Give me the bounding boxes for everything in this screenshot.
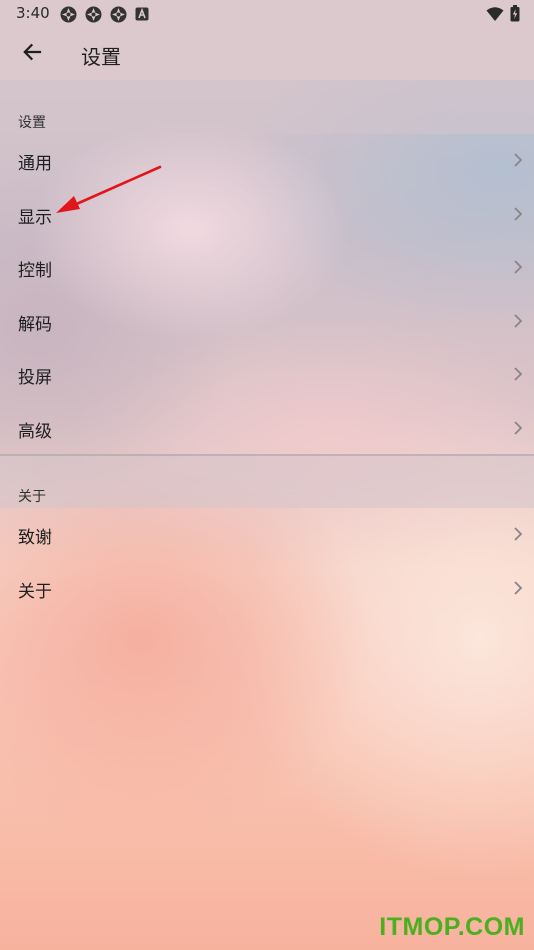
- list-item-cast[interactable]: 投屏: [0, 348, 534, 402]
- section-header-about: 关于: [0, 456, 534, 508]
- chevron-right-icon: [512, 526, 524, 542]
- back-button[interactable]: [14, 36, 50, 72]
- arrow-left-icon: [22, 42, 42, 66]
- app-notification-icon: [60, 6, 77, 23]
- annotation-arrow-icon: [56, 165, 162, 213]
- list-item-acknowledgements[interactable]: 致谢: [0, 508, 534, 562]
- section-header-label: 设置: [18, 115, 46, 131]
- list-item-label: 关于: [18, 581, 52, 602]
- list-item-label: 通用: [18, 154, 52, 174]
- chevron-right-icon: [512, 420, 524, 436]
- list-item-decode[interactable]: 解码: [0, 295, 534, 349]
- list-item-label: 投屏: [18, 368, 52, 389]
- page-title: 设置: [81, 45, 121, 69]
- list-item-label: 控制: [18, 261, 52, 282]
- app-notification-icon: [85, 6, 102, 23]
- section-header-settings: 设置: [0, 80, 534, 134]
- watermark: ITMOP.COM: [379, 913, 525, 941]
- app-bar: 设置: [0, 28, 534, 80]
- section-header-label: 关于: [18, 489, 46, 505]
- list-item-label: 解码: [18, 314, 52, 335]
- chevron-right-icon: [512, 366, 524, 382]
- status-time: 3:40: [16, 4, 50, 22]
- chevron-right-icon: [512, 152, 524, 168]
- app-notification-icon: [110, 6, 127, 23]
- status-bar: 3:40: [0, 0, 534, 28]
- list-item-label: 致谢: [18, 528, 52, 548]
- list-item-label: 显示: [18, 207, 52, 228]
- list-item-advanced[interactable]: 高级: [0, 402, 534, 456]
- wifi-icon: [486, 6, 504, 26]
- status-system-icons: [486, 5, 520, 26]
- about-list: 致谢 关于: [0, 508, 534, 615]
- a-badge-icon: [135, 6, 152, 23]
- list-item-control[interactable]: 控制: [0, 241, 534, 295]
- battery-charging-icon: [510, 5, 520, 26]
- chevron-right-icon: [512, 580, 524, 596]
- chevron-right-icon: [512, 259, 524, 275]
- list-item-label: 高级: [18, 421, 52, 442]
- chevron-right-icon: [512, 313, 524, 329]
- chevron-right-icon: [512, 206, 524, 222]
- list-item-about[interactable]: 关于: [0, 562, 534, 616]
- status-notification-icons: [60, 6, 152, 23]
